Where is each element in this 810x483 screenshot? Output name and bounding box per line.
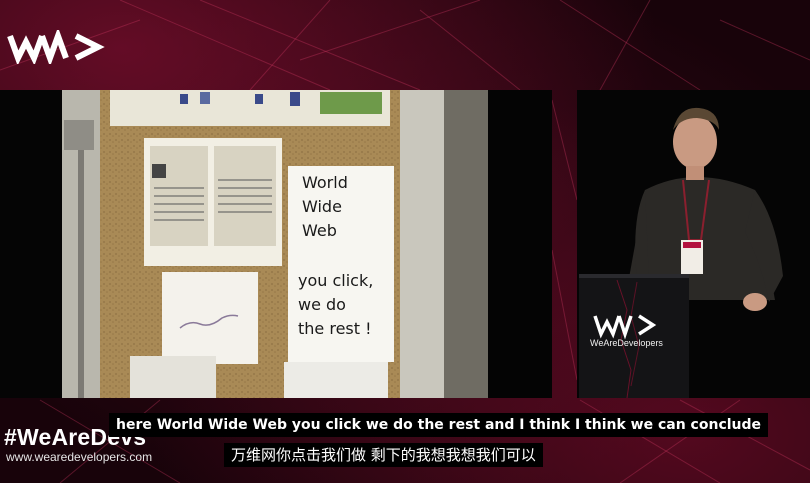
poster-line-4: you click, (298, 271, 373, 290)
poster-line-5: we do (298, 295, 346, 314)
website-link[interactable]: www.wearedevelopers.com (6, 450, 152, 464)
podium-brand-text: WeAreDevelopers (590, 338, 663, 348)
subtitle-english: here World Wide Web you click we do the … (109, 413, 769, 437)
wearedevelopers-logo-icon (7, 30, 105, 64)
poster-line-2: Wide (302, 197, 342, 216)
poster-line-3: Web (302, 221, 337, 240)
poster-line-6: the rest ! (298, 319, 372, 338)
poster-line-1: World (302, 173, 348, 192)
speaker-video-frame (577, 90, 810, 398)
subtitle-chinese: 万维网你点击我们做 剩下的我想我想我们可以 (224, 443, 543, 467)
archive-video-frame: World Wide Web you click, we do the rest… (0, 90, 552, 398)
